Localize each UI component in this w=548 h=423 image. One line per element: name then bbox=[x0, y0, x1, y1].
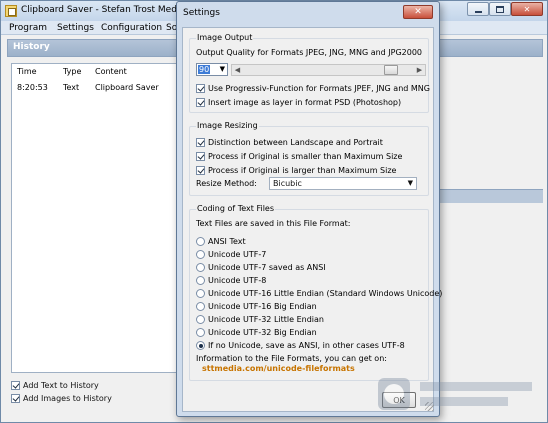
history-title: History bbox=[13, 42, 50, 52]
image-output-title: Image Output bbox=[196, 33, 254, 42]
radio-button bbox=[196, 236, 205, 246]
resize-method-dropdown[interactable]: Bicubic ▼ bbox=[269, 177, 417, 190]
slider-thumb[interactable] bbox=[384, 65, 399, 75]
image-resizing-title: Image Resizing bbox=[196, 121, 259, 130]
radio-button bbox=[196, 340, 205, 350]
radio-label: Unicode UTF-7 saved as ANSI bbox=[208, 262, 326, 272]
row-content: Clipboard Saver bbox=[95, 83, 159, 92]
maximize-button[interactable] bbox=[489, 2, 511, 16]
format-radio-utf16-be[interactable]: Unicode UTF-16 Big Endian bbox=[196, 300, 317, 312]
checkbox-box bbox=[11, 393, 20, 403]
radio-label: Unicode UTF-32 Little Endian bbox=[208, 314, 324, 324]
checkbox-box bbox=[196, 165, 205, 175]
checkbox-box bbox=[196, 137, 205, 147]
format-info-text: Information to the File Formats, you can… bbox=[196, 354, 387, 363]
checkbox-label: Process if Original is smaller than Maxi… bbox=[208, 151, 403, 161]
column-type[interactable]: Type bbox=[63, 67, 81, 76]
format-radio-ansi[interactable]: ANSI Text bbox=[196, 235, 246, 247]
add-images-to-history-checkbox[interactable]: Add Images to History bbox=[11, 392, 112, 404]
checkbox-label: Insert image as layer in format PSD (Pho… bbox=[208, 97, 402, 107]
settings-dialog: Settings ✕ Image Output Output Quality f… bbox=[176, 1, 442, 417]
menu-configuration[interactable]: Configuration bbox=[101, 23, 162, 33]
image-output-group: Image Output Output Quality for Formats … bbox=[189, 33, 430, 113]
checkbox-box bbox=[11, 380, 20, 390]
checkbox-label: Process if Original is larger than Maxim… bbox=[208, 165, 397, 175]
minimize-icon bbox=[474, 10, 482, 13]
settings-content: Image Output Output Quality for Formats … bbox=[182, 27, 442, 412]
radio-label: ANSI Text bbox=[208, 236, 246, 246]
row-time: 8:20:53 bbox=[17, 83, 48, 92]
radio-button bbox=[196, 275, 205, 285]
radio-label: If no Unicode, save as ANSI, in other ca… bbox=[208, 340, 405, 350]
panel-divider-right bbox=[437, 189, 543, 203]
history-panel-header: History bbox=[7, 39, 179, 57]
chevron-left-icon[interactable]: ◀ bbox=[232, 65, 243, 75]
quality-dropdown[interactable]: 90 ▼ bbox=[196, 63, 228, 76]
larger-than-max-checkbox[interactable]: Process if Original is larger than Maxim… bbox=[196, 164, 396, 176]
column-content[interactable]: Content bbox=[95, 67, 127, 76]
text-coding-intro: Text Files are saved in this File Format… bbox=[196, 219, 351, 228]
radio-button bbox=[196, 314, 205, 324]
close-icon: ✕ bbox=[414, 7, 422, 17]
format-info-link[interactable]: sttmedia.com/unicode-fileformats bbox=[202, 364, 355, 373]
format-radio-utf7-ansi[interactable]: Unicode UTF-7 saved as ANSI bbox=[196, 261, 326, 273]
close-button[interactable]: ✕ bbox=[511, 2, 543, 16]
chevron-down-icon: ▼ bbox=[219, 65, 225, 73]
radio-label: Unicode UTF-32 Big Endian bbox=[208, 327, 317, 337]
format-radio-utf7[interactable]: Unicode UTF-7 bbox=[196, 248, 266, 260]
radio-button bbox=[196, 262, 205, 272]
radio-label: Unicode UTF-8 bbox=[208, 275, 267, 285]
format-radio-utf32-le[interactable]: Unicode UTF-32 Little Endian bbox=[196, 313, 324, 325]
quality-slider[interactable]: ◀ ▶ bbox=[231, 64, 426, 76]
radio-button bbox=[196, 288, 205, 298]
settings-close-button[interactable]: ✕ bbox=[403, 5, 433, 19]
resize-method-label: Resize Method: bbox=[196, 179, 257, 188]
panel-header-right bbox=[437, 39, 543, 57]
text-coding-group: Coding of Text Files Text Files are save… bbox=[189, 204, 442, 381]
radio-label: Unicode UTF-16 Little Endian (Standard W… bbox=[208, 288, 443, 298]
format-radio-ansi-else-utf8[interactable]: If no Unicode, save as ANSI, in other ca… bbox=[196, 339, 405, 351]
checkbox-box bbox=[196, 151, 205, 161]
radio-label: Unicode UTF-7 bbox=[208, 249, 267, 259]
checkbox-label: Add Text to History bbox=[23, 380, 99, 390]
landscape-portrait-checkbox[interactable]: Distinction between Landscape and Portra… bbox=[196, 136, 383, 148]
text-coding-title: Coding of Text Files bbox=[196, 204, 276, 213]
radio-label: Unicode UTF-16 Big Endian bbox=[208, 301, 317, 311]
settings-title: Settings bbox=[183, 8, 220, 18]
quality-value: 90 bbox=[198, 65, 211, 74]
resize-method-value: Bicubic bbox=[273, 179, 302, 188]
ok-button[interactable]: OK bbox=[382, 392, 416, 408]
chevron-right-icon[interactable]: ▶ bbox=[414, 65, 425, 75]
radio-button bbox=[196, 301, 205, 311]
checkbox-box bbox=[196, 83, 205, 93]
checkbox-box bbox=[196, 97, 205, 107]
format-radio-utf16-le[interactable]: Unicode UTF-16 Little Endian (Standard W… bbox=[196, 287, 442, 299]
image-resizing-group: Image Resizing Distinction between Lands… bbox=[189, 121, 429, 196]
radio-button bbox=[196, 249, 205, 259]
row-type: Text bbox=[63, 83, 80, 92]
minimize-button[interactable] bbox=[467, 2, 489, 16]
close-icon: ✕ bbox=[523, 4, 531, 14]
format-radio-utf8[interactable]: Unicode UTF-8 bbox=[196, 274, 266, 286]
settings-title-bar: Settings ✕ bbox=[177, 2, 439, 24]
checkbox-label: Add Images to History bbox=[23, 393, 112, 403]
maximize-icon bbox=[496, 5, 504, 13]
quality-label: Output Quality for Formats JPEG, JNG, MN… bbox=[196, 48, 423, 57]
progressive-function-checkbox[interactable]: Use Progressiv-Function for Formats JPEF… bbox=[196, 82, 430, 94]
radio-button bbox=[196, 327, 205, 337]
add-text-to-history-checkbox[interactable]: Add Text to History bbox=[11, 379, 99, 391]
history-list[interactable]: Time Type Content 8:20:53 Text Clipboard… bbox=[11, 63, 179, 373]
checkbox-label: Use Progressiv-Function for Formats JPEF… bbox=[208, 83, 430, 93]
format-radio-utf32-be[interactable]: Unicode UTF-32 Big Endian bbox=[196, 326, 317, 338]
resize-grip-icon[interactable] bbox=[425, 402, 434, 411]
checkbox-label: Distinction between Landscape and Portra… bbox=[208, 137, 383, 147]
column-time[interactable]: Time bbox=[17, 67, 37, 76]
chevron-down-icon: ▼ bbox=[407, 179, 413, 187]
menu-settings[interactable]: Settings bbox=[57, 23, 94, 33]
app-icon bbox=[5, 5, 17, 17]
menu-program[interactable]: Program bbox=[9, 23, 47, 33]
main-window-title: Clipboard Saver - Stefan Trost Media bbox=[21, 5, 185, 15]
smaller-than-max-checkbox[interactable]: Process if Original is smaller than Maxi… bbox=[196, 150, 402, 162]
psd-layer-checkbox[interactable]: Insert image as layer in format PSD (Pho… bbox=[196, 96, 401, 108]
